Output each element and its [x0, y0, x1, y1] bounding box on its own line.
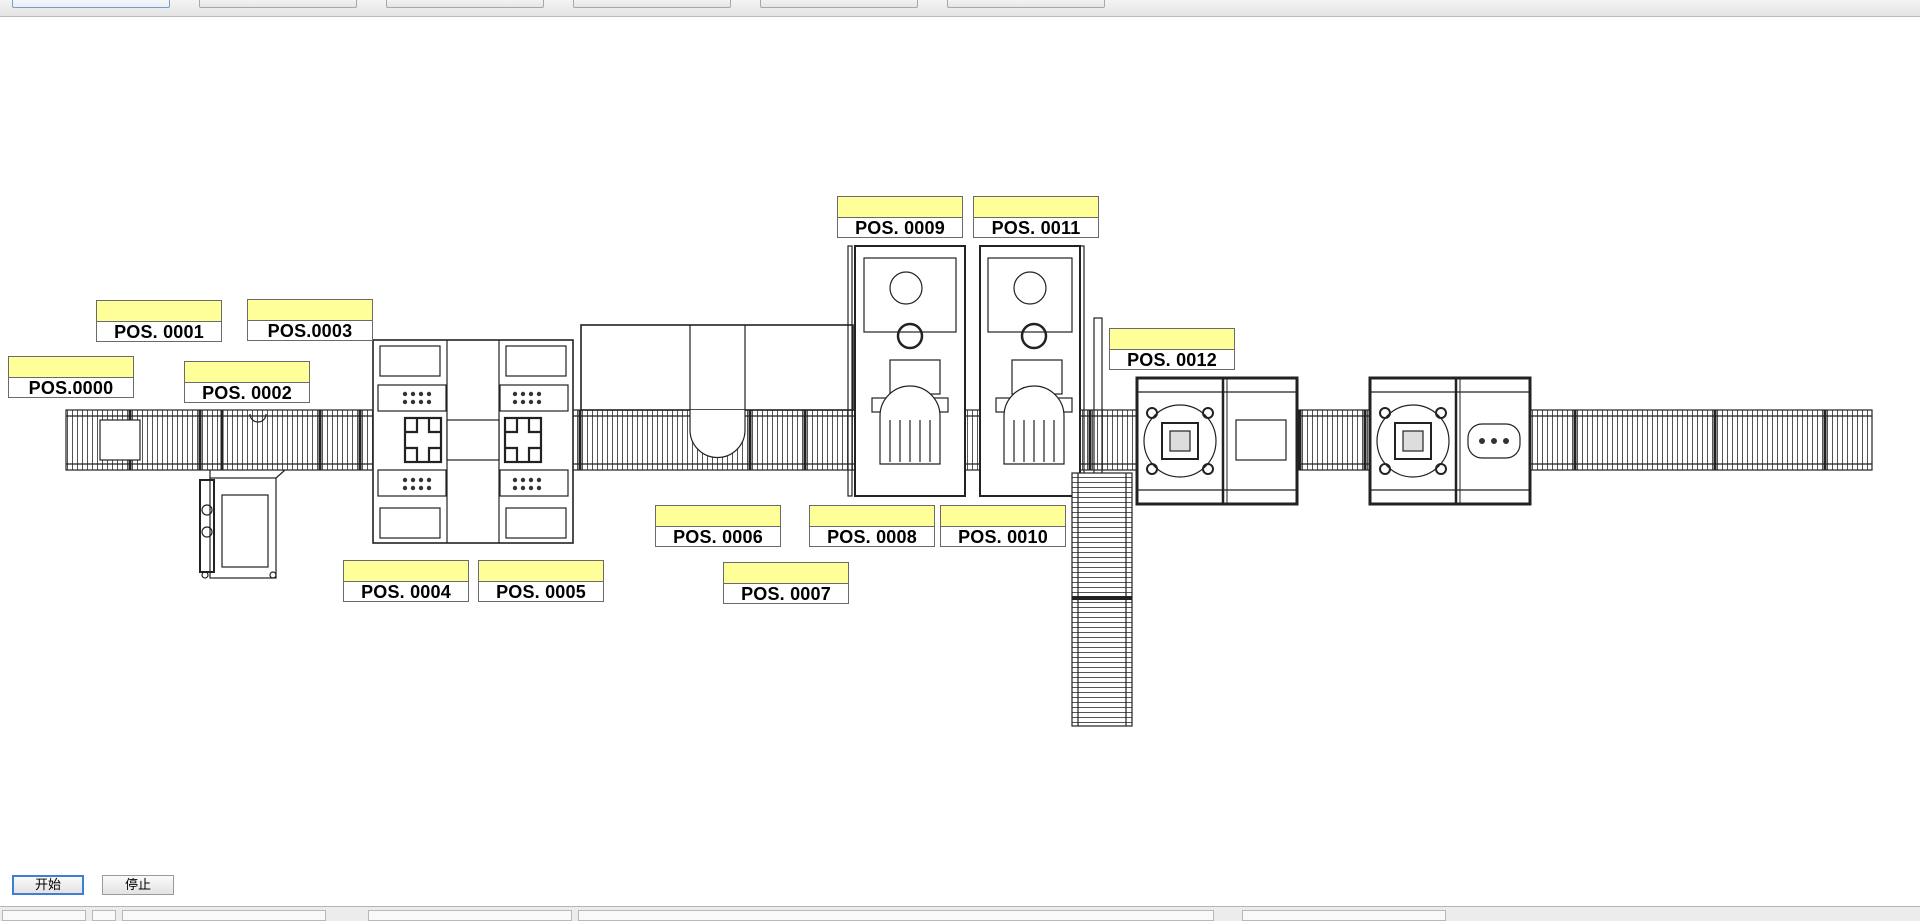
toolbar-button-5[interactable]: [760, 0, 918, 8]
start-button[interactable]: 开始: [12, 875, 84, 895]
station-pos-0010-0011: [979, 245, 1103, 497]
main-conveyor: [65, 409, 1873, 471]
loader-machine: [199, 469, 286, 579]
toolbar-button-1[interactable]: [12, 0, 170, 8]
rotary-station-right: [1368, 376, 1532, 506]
pos-label-text: POS. 0008: [827, 527, 917, 547]
pos-label-text: POS. 0012: [1127, 350, 1217, 370]
plant-layout-canvas: POS.0000 POS. 0001 POS. 0002 POS.0003 PO…: [0, 16, 1920, 870]
pos-label-text: POS. 0005: [496, 582, 586, 602]
stop-button[interactable]: 停止: [102, 875, 174, 895]
branch-conveyor: [1071, 472, 1133, 727]
pos-label-text: POS.0003: [267, 321, 353, 341]
pos-label-text: POS. 0001: [114, 322, 204, 342]
pos-label-text: POS. 0004: [361, 582, 451, 602]
pos-label-0007[interactable]: POS. 0007: [723, 562, 849, 604]
rotary-station-pos-0012: [1135, 376, 1299, 506]
pos-label-text: POS.0000: [28, 378, 114, 398]
production-line-drawing: [65, 245, 1873, 727]
status-bar: [0, 906, 1920, 921]
status-cell-1: [2, 910, 86, 921]
pos-label-text: POS. 0010: [958, 527, 1048, 547]
pos-label-0004[interactable]: POS. 0004: [343, 560, 469, 602]
top-toolbar: [0, 0, 1920, 17]
status-cell-3: [122, 910, 326, 921]
pos-label-text: POS. 0002: [202, 383, 292, 403]
status-cell-4: [368, 910, 572, 921]
toolbar-button-3[interactable]: [386, 0, 544, 8]
pos-label-0008[interactable]: POS. 0008: [809, 505, 935, 547]
toolbar-button-6[interactable]: [947, 0, 1105, 8]
pos-label-0003[interactable]: POS.0003: [247, 299, 373, 341]
status-cell-6: [1242, 910, 1446, 921]
pos-label-0005[interactable]: POS. 0005: [478, 560, 604, 602]
pos-label-text: POS. 0009: [855, 218, 945, 238]
pos-label-0001[interactable]: POS. 0001: [96, 300, 222, 342]
toolbar-button-2[interactable]: [199, 0, 357, 8]
pos-label-0009[interactable]: POS. 0009: [837, 196, 963, 238]
station-pos-0008-0009: [847, 245, 966, 497]
toolbar-button-4[interactable]: [573, 0, 731, 8]
pos-label-text: POS. 0011: [991, 218, 1081, 238]
status-cell-5: [578, 910, 1214, 921]
pos-label-text: POS. 0007: [741, 584, 831, 604]
pos-label-0006[interactable]: POS. 0006: [655, 505, 781, 547]
pos-label-0012[interactable]: POS. 0012: [1109, 328, 1235, 370]
status-cell-2: [92, 910, 116, 921]
station-pos-0004-0005: [372, 339, 574, 544]
pos-label-0000[interactable]: POS.0000: [8, 356, 134, 398]
pos-label-text: POS. 0006: [673, 527, 763, 547]
pos-label-0010[interactable]: POS. 0010: [940, 505, 1066, 547]
pos-label-0011[interactable]: POS. 0011: [973, 196, 1099, 238]
pos-label-0002[interactable]: POS. 0002: [184, 361, 310, 403]
